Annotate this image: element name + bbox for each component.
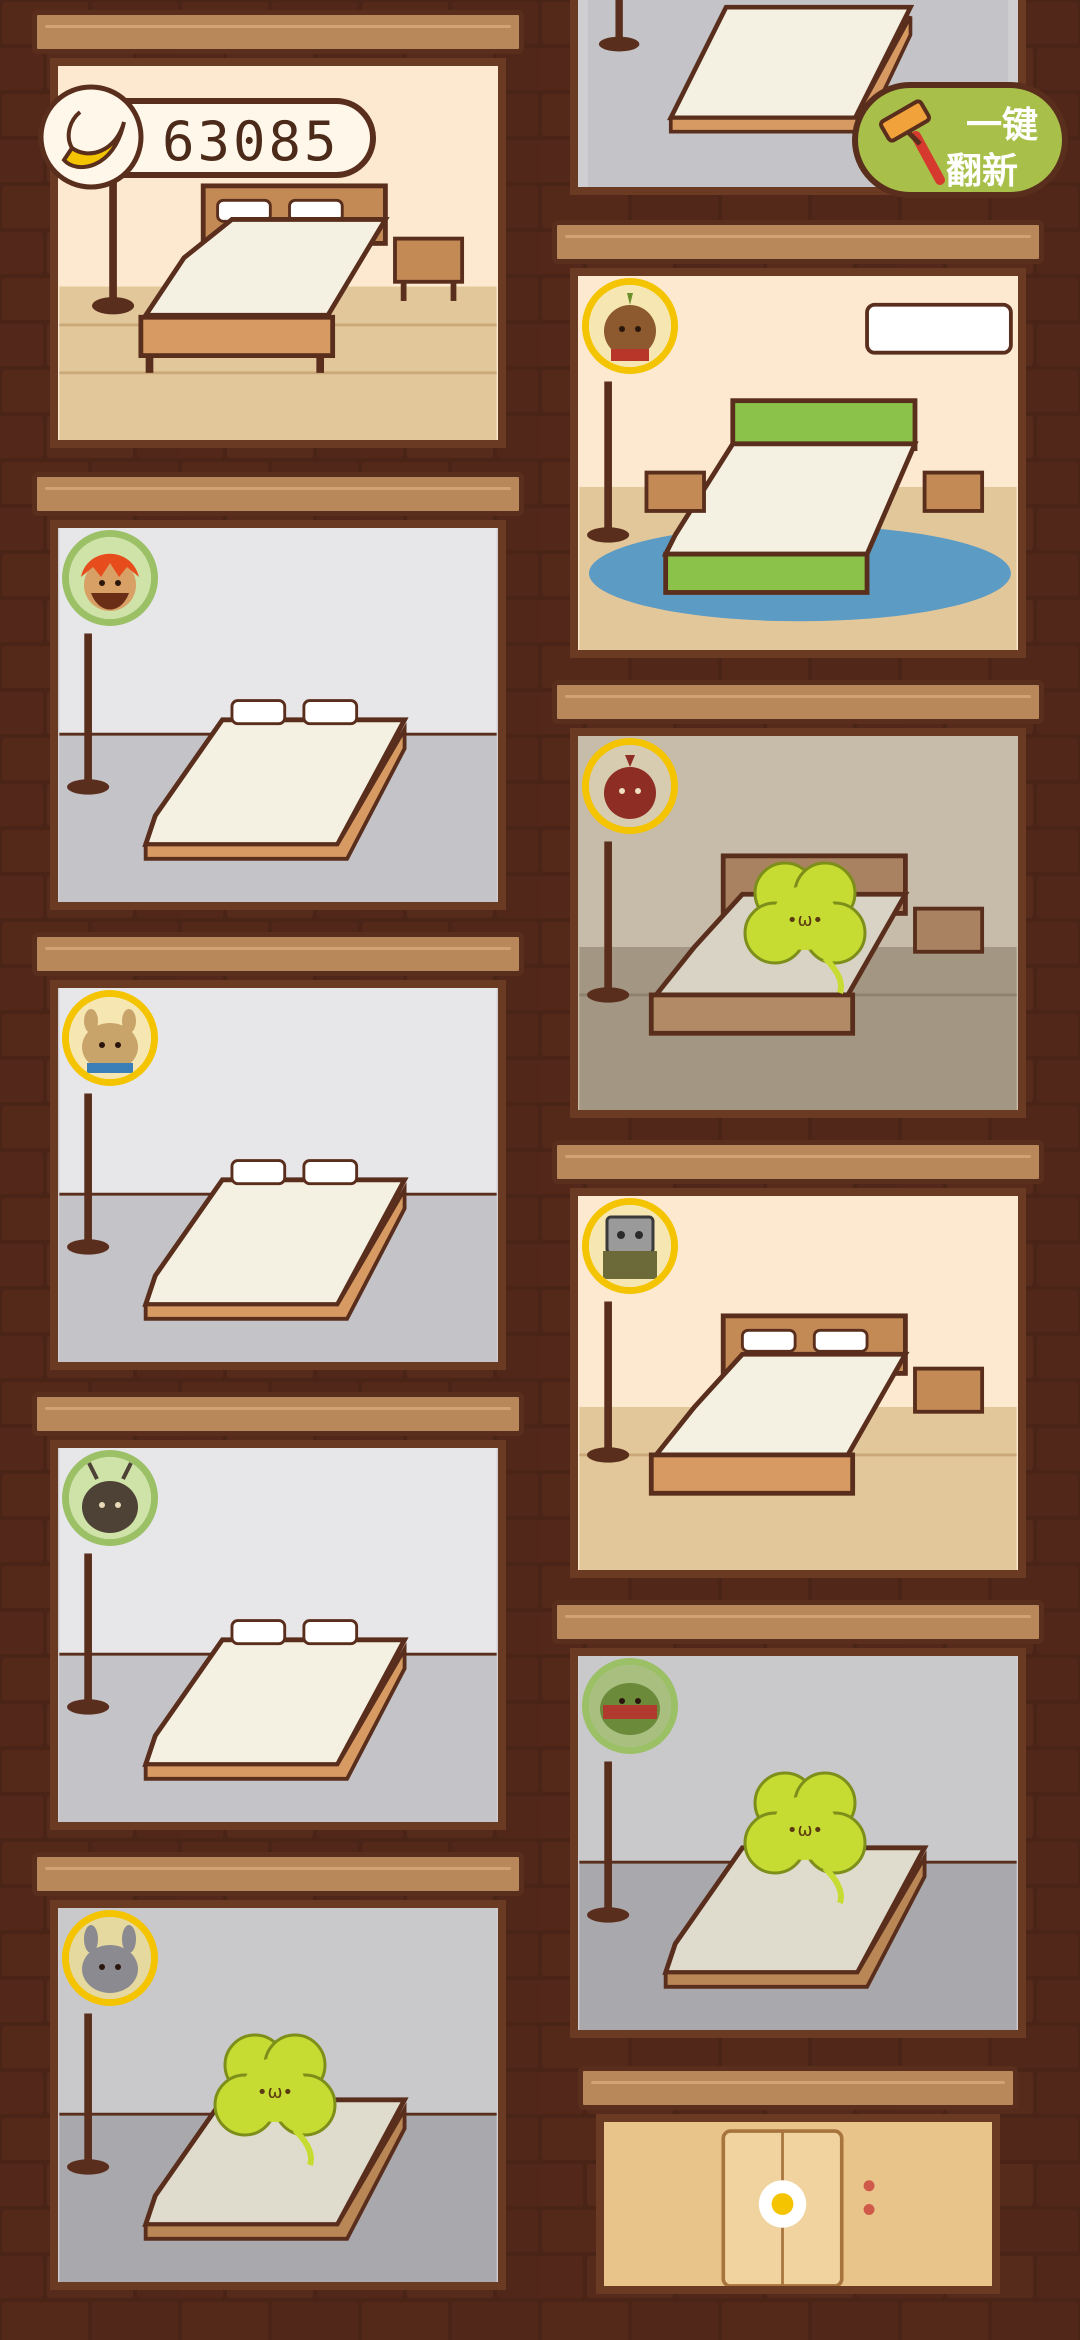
one-click-renovate-button[interactable]: 一键 翻新: [852, 82, 1068, 198]
guest-avatar-watermelon[interactable]: [582, 1658, 678, 1754]
room-beam: [552, 1600, 1044, 1644]
red-haired-guest-icon: [69, 537, 151, 619]
guest-avatar-red-haired[interactable]: [62, 530, 158, 626]
tan-animal-guest-icon: [69, 997, 151, 1079]
room-right-3[interactable]: •ω•: [552, 680, 1044, 1118]
guest-avatar-tan-animal[interactable]: [62, 990, 158, 1086]
robot-guest-icon: [589, 1205, 671, 1287]
svg-text:•ω•: •ω•: [787, 910, 823, 931]
guest-avatar-dark-bug[interactable]: [62, 1450, 158, 1546]
room-frame: [596, 2114, 1000, 2294]
gray-bunny-guest-icon: [69, 1917, 151, 1999]
clover-ghost-icon[interactable]: •ω•: [730, 1758, 880, 1908]
watermelon-guest-icon: [589, 1665, 671, 1747]
room-beam: [552, 680, 1044, 724]
dark-bug-guest-icon: [69, 1457, 151, 1539]
room-beam: [552, 220, 1044, 264]
room-right-5[interactable]: •ω•: [552, 1600, 1044, 2038]
guest-avatar-red-bird[interactable]: [582, 738, 678, 834]
room-right-6-locked[interactable]: [578, 2066, 1018, 2294]
guest-avatar-onion-head[interactable]: [582, 278, 678, 374]
room-beam: [32, 10, 524, 54]
room-beam: [32, 1852, 524, 1896]
room-beam: [552, 1140, 1044, 1184]
renovate-label-line2: 翻新: [946, 151, 1019, 192]
room-beam: [578, 2066, 1018, 2110]
room-beam: [32, 932, 524, 976]
clover-ghost-icon[interactable]: •ω•: [200, 2020, 350, 2170]
room-left-4[interactable]: [32, 1392, 524, 1830]
svg-text:•ω•: •ω•: [257, 2082, 293, 2103]
coin-counter: 63085: [38, 84, 376, 190]
red-bird-guest-icon: [589, 745, 671, 827]
room-left-2[interactable]: [32, 472, 524, 910]
guest-avatar-gray-bunny[interactable]: [62, 1910, 158, 2006]
room-beam: [32, 472, 524, 516]
room-right-2[interactable]: [552, 220, 1044, 658]
room-beam: [32, 1392, 524, 1436]
svg-text:•ω•: •ω•: [787, 1820, 823, 1841]
room-scene: [613, 2122, 983, 2286]
clover-ghost-icon[interactable]: •ω•: [730, 848, 880, 998]
room-left-5[interactable]: •ω•: [32, 1852, 524, 2290]
room-right-4[interactable]: [552, 1140, 1044, 1578]
guest-avatar-robot[interactable]: [582, 1198, 678, 1294]
room-left-3[interactable]: [32, 932, 524, 1370]
coin-amount: 63085: [162, 110, 340, 173]
renovate-label-line1: 一键: [966, 105, 1039, 146]
banana-icon: [38, 84, 144, 190]
onion-head-guest-icon: [589, 285, 671, 367]
